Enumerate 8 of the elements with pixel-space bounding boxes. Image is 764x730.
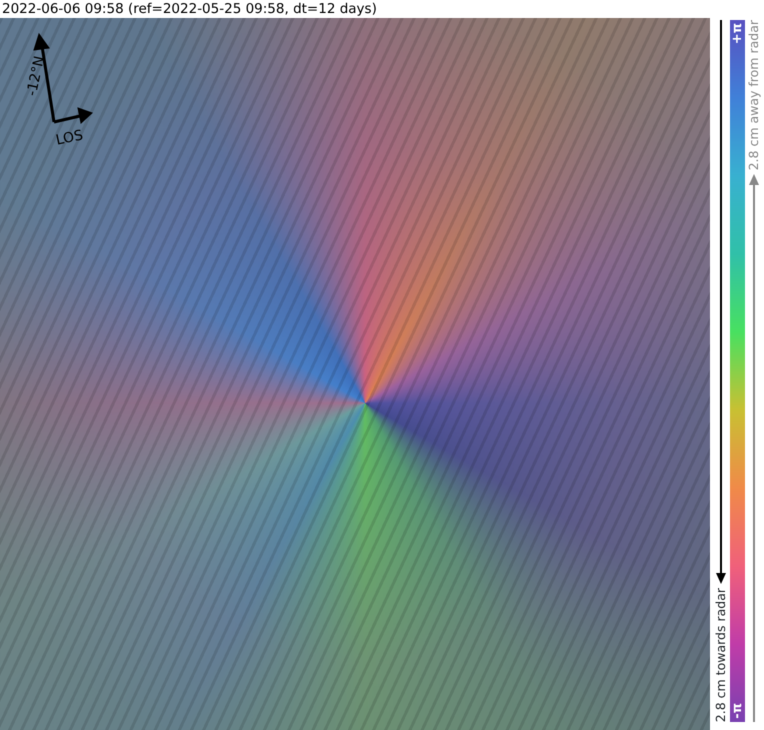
max-phase-label: +π: [728, 23, 746, 44]
figure-title: 2022-06-06 09:58 (ref=2022-05-25 09:58, dt=12 days): [1, 0, 378, 18]
away-from-radar-caption: 2.8 cm away from radar: [744, 20, 762, 170]
look-direction-label: LOS: [54, 126, 86, 151]
north-label: -12°N: [23, 54, 50, 98]
min-phase-label: -π: [728, 703, 746, 719]
up-arrow-icon: [749, 174, 759, 722]
towards-radar-caption: 2.8 cm towards radar: [712, 588, 729, 722]
